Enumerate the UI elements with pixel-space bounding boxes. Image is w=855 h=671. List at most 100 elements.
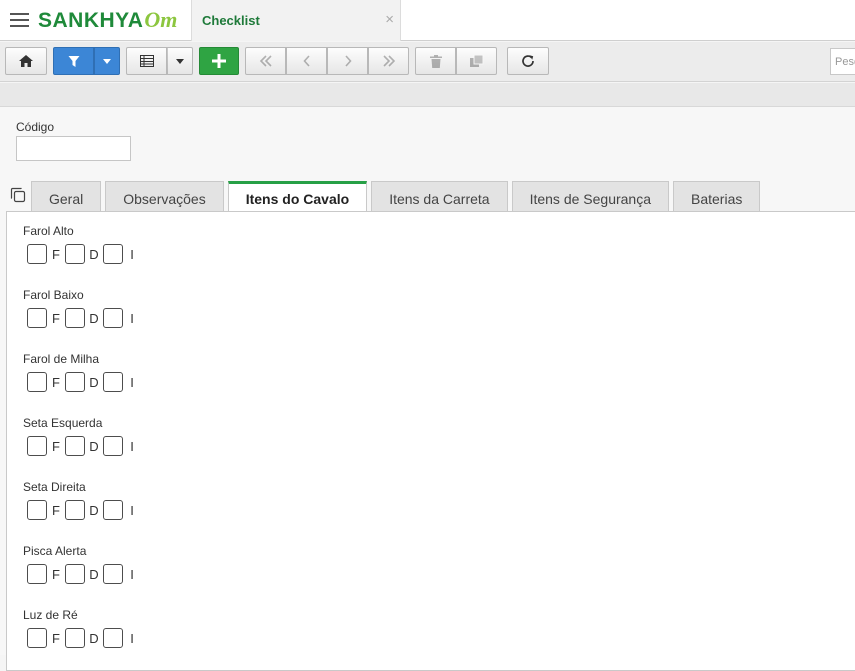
- checkbox-i[interactable]: [103, 564, 123, 584]
- menu-icon[interactable]: [10, 13, 30, 28]
- prev-page-button[interactable]: [286, 47, 327, 75]
- checkbox-d[interactable]: [65, 372, 85, 392]
- plus-icon: [212, 54, 226, 68]
- option-label: I: [130, 374, 134, 390]
- checkbox-i[interactable]: [103, 244, 123, 264]
- tab-checklist[interactable]: Checklist ×: [191, 0, 401, 41]
- item-label: Farol Alto: [23, 224, 74, 238]
- checkbox-i[interactable]: [103, 372, 123, 392]
- codigo-input[interactable]: [16, 136, 131, 161]
- option-label: D: [89, 246, 99, 262]
- option-label: F: [52, 566, 60, 582]
- checkbox-d[interactable]: [65, 564, 85, 584]
- checklist-item: Farol de Milha F D I: [23, 352, 141, 392]
- checkbox-d[interactable]: [65, 244, 85, 264]
- first-page-icon: [259, 55, 272, 67]
- item-label: Seta Direita: [23, 480, 86, 494]
- checkbox-f[interactable]: [27, 372, 47, 392]
- search-input[interactable]: Pesq: [830, 48, 855, 75]
- option-label: I: [130, 502, 134, 518]
- filter-dropdown-button[interactable]: [94, 47, 120, 75]
- option-label: F: [52, 246, 60, 262]
- next-page-button[interactable]: [327, 47, 368, 75]
- item-options: F D I: [27, 564, 141, 584]
- chevron-down-icon: [103, 58, 111, 64]
- tab-observacoes[interactable]: Observações: [105, 181, 224, 211]
- checklist-item: Luz de Ré F D I: [23, 608, 141, 648]
- checkbox-d[interactable]: [65, 628, 85, 648]
- checklist-item: Farol Alto F D I: [23, 224, 141, 264]
- option-label: D: [89, 310, 99, 326]
- chevron-down-icon: [176, 58, 184, 64]
- tab-itens-da-carreta[interactable]: Itens da Carreta: [371, 181, 508, 211]
- filter-button[interactable]: [53, 47, 94, 75]
- option-label: F: [52, 502, 60, 518]
- option-label: D: [89, 502, 99, 518]
- logo-main-text: SANKHYA: [38, 9, 144, 32]
- option-label: D: [89, 566, 99, 582]
- grid-view-dropdown-button[interactable]: [167, 47, 193, 75]
- option-label: I: [130, 630, 134, 646]
- checkbox-d[interactable]: [65, 436, 85, 456]
- item-label: Seta Esquerda: [23, 416, 103, 430]
- option-label: D: [89, 374, 99, 390]
- refresh-icon: [522, 55, 534, 67]
- checkbox-f[interactable]: [27, 628, 47, 648]
- top-bar: SANKHYA Om Checklist ×: [0, 0, 855, 41]
- checkbox-i[interactable]: [103, 500, 123, 520]
- item-options: F D I: [27, 308, 141, 328]
- filter-icon: [68, 55, 79, 67]
- duplicate-button[interactable]: [456, 47, 497, 75]
- option-label: I: [130, 438, 134, 454]
- checkbox-f[interactable]: [27, 500, 47, 520]
- item-label: Farol de Milha: [23, 352, 100, 366]
- close-icon[interactable]: ×: [385, 11, 394, 28]
- app-logo[interactable]: SANKHYA Om: [38, 6, 177, 34]
- checkbox-i[interactable]: [103, 308, 123, 328]
- item-options: F D I: [27, 500, 141, 520]
- checkbox-f[interactable]: [27, 564, 47, 584]
- toolbar: Pesq: [0, 42, 855, 82]
- last-page-icon: [382, 55, 395, 67]
- tab-checklist-title: Checklist: [202, 13, 260, 28]
- option-label: I: [130, 310, 134, 326]
- refresh-button[interactable]: [507, 47, 549, 75]
- tab-itens-do-cavalo[interactable]: Itens do Cavalo: [227, 181, 368, 212]
- checkbox-i[interactable]: [103, 436, 123, 456]
- item-label: Farol Baixo: [23, 288, 84, 302]
- option-label: F: [52, 310, 60, 326]
- tab-baterias[interactable]: Baterias: [673, 181, 761, 211]
- grid-view-button[interactable]: [126, 47, 167, 75]
- checkbox-d[interactable]: [65, 308, 85, 328]
- checkbox-d[interactable]: [65, 500, 85, 520]
- option-label: D: [89, 438, 99, 454]
- checklist-item: Seta Esquerda F D I: [23, 416, 141, 456]
- add-button[interactable]: [199, 47, 239, 75]
- home-button[interactable]: [5, 47, 47, 75]
- tab-itens-de-seguranca[interactable]: Itens de Segurança: [511, 181, 669, 211]
- tab-bar: Geral Observações Itens do Cavalo Itens …: [31, 181, 764, 212]
- option-label: D: [89, 630, 99, 646]
- checklist-item: Farol Baixo F D I: [23, 288, 141, 328]
- item-options: F D I: [27, 244, 141, 264]
- checklist-item: Seta Direita F D I: [23, 480, 141, 520]
- header-strip: [0, 83, 855, 107]
- checkbox-f[interactable]: [27, 436, 47, 456]
- form-area: Código Geral Observações Itens do Cavalo…: [0, 107, 855, 671]
- checkbox-f[interactable]: [27, 308, 47, 328]
- tab-geral[interactable]: Geral: [31, 181, 102, 211]
- item-options: F D I: [27, 436, 141, 456]
- delete-button[interactable]: [415, 47, 456, 75]
- tab-panel-itens-do-cavalo: Farol Alto F D I Farol Baixo F D I Farol…: [6, 211, 855, 671]
- copy-icon[interactable]: [10, 187, 26, 203]
- item-options: F D I: [27, 372, 141, 392]
- first-page-button[interactable]: [245, 47, 286, 75]
- item-label: Luz de Ré: [23, 608, 78, 622]
- checkbox-i[interactable]: [103, 628, 123, 648]
- grid-icon: [139, 55, 154, 67]
- last-page-button[interactable]: [368, 47, 409, 75]
- checkbox-f[interactable]: [27, 244, 47, 264]
- codigo-label: Código: [16, 120, 55, 134]
- home-icon: [19, 55, 33, 67]
- duplicate-icon: [469, 55, 483, 67]
